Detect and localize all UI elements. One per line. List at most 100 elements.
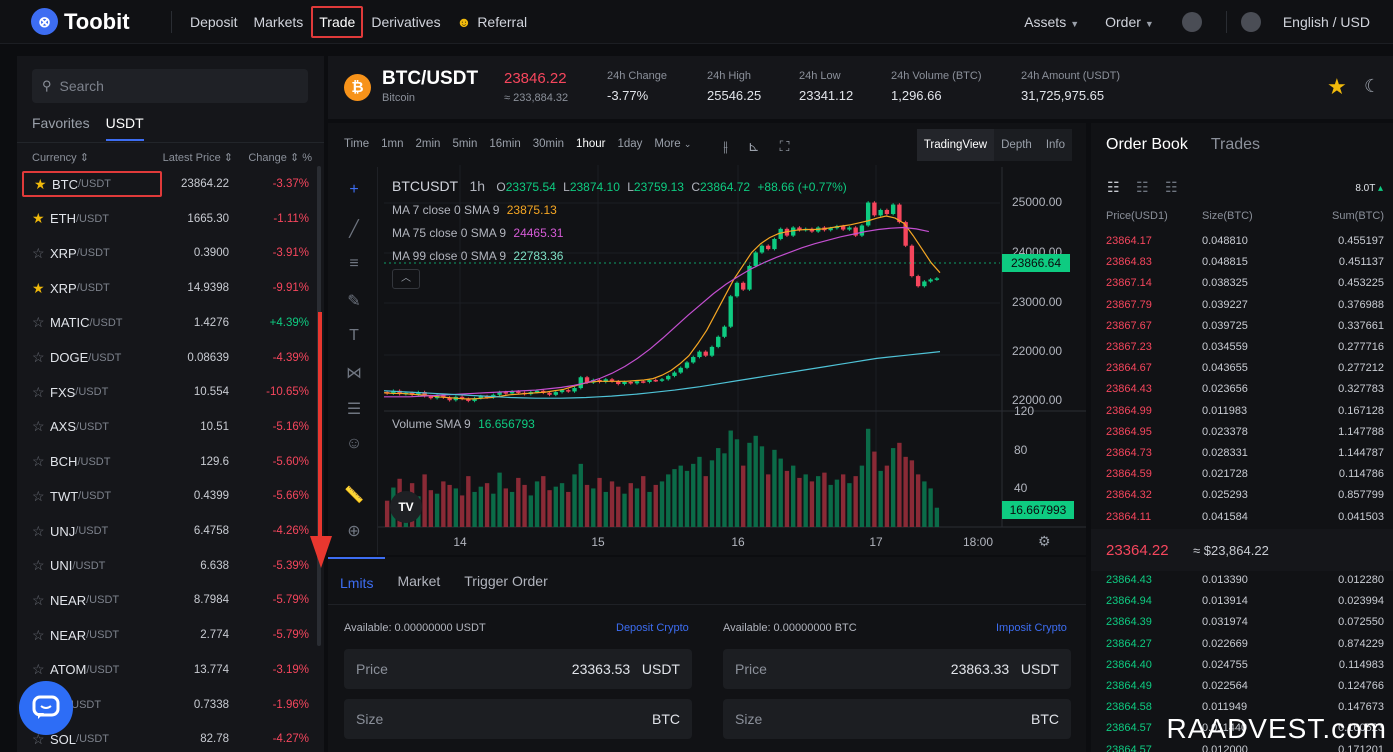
nav-referral[interactable]: ☻ Referral — [449, 6, 536, 38]
change-header[interactable]: Change ⇕ % — [243, 151, 312, 164]
market-row[interactable]: ☆ XRP/USDT 0.3900 -3.91% — [22, 239, 309, 267]
ask-row[interactable]: 23864.99 0.011983 0.167128 — [1106, 401, 1384, 422]
nav-trade[interactable]: Trade — [311, 5, 364, 38]
sell-crypto-link[interactable]: Imposit Crypto — [996, 622, 1067, 634]
chart-settings-icon[interactable]: ⚙ — [1038, 533, 1051, 550]
currency-header[interactable]: Currency ⇕ — [32, 151, 153, 164]
market-row[interactable]: ☆ NEAR/USDT 8.7984 -5.79% — [22, 586, 309, 614]
candle-body — [716, 336, 721, 347]
deposit-crypto-link[interactable]: Deposit Crypto — [616, 622, 689, 634]
tab-favorites[interactable]: Favorites — [32, 115, 90, 141]
ask-row[interactable]: 23867.14 0.038325 0.453225 — [1106, 273, 1384, 294]
star-outline-icon[interactable]: ☆ — [32, 592, 46, 609]
star-outline-icon[interactable]: ☆ — [32, 314, 46, 331]
star-outline-icon[interactable]: ☆ — [32, 523, 46, 540]
star-filled-icon[interactable]: ★ — [34, 176, 48, 193]
bid-row[interactable]: 23864.43 0.013390 0.012280 — [1106, 570, 1384, 591]
market-row[interactable]: ☆ BCH/USDT 129.6 -5.60% — [22, 448, 309, 476]
star-outline-icon[interactable]: ☆ — [32, 384, 46, 401]
market-row[interactable]: ☆ MATIC/USDT 1.4276 +4.39% — [22, 309, 309, 337]
user-avatar-icon[interactable] — [1181, 12, 1202, 32]
book-bids-icon[interactable]: ☷ — [1136, 179, 1149, 196]
ask-row[interactable]: 23864.95 0.023378 1.147788 — [1106, 422, 1384, 443]
star-outline-icon[interactable]: ☆ — [32, 627, 46, 644]
bid-row[interactable]: 23864.49 0.022564 0.124766 — [1106, 676, 1384, 697]
nav-markets[interactable]: Markets — [245, 6, 311, 38]
market-row[interactable]: ☆ DOGE/USDT 0.08639 -4.39% — [22, 344, 309, 372]
tab-usdt[interactable]: USDT — [105, 115, 144, 141]
nav-derivatives[interactable]: Derivatives — [363, 6, 448, 38]
tradingview-logo[interactable]: TV — [390, 491, 422, 523]
nav-order[interactable]: Order ▼ — [1097, 6, 1162, 38]
bid-row[interactable]: 23864.40 0.024755 0.114983 — [1106, 655, 1384, 676]
ask-row[interactable]: 23864.67 0.043655 0.277212 — [1106, 358, 1384, 379]
nav-deposit[interactable]: Deposit — [182, 6, 245, 38]
favorite-star-icon[interactable]: ★ — [1327, 74, 1347, 100]
chat-support-button[interactable] — [19, 681, 73, 735]
star-outline-icon[interactable]: ☆ — [32, 453, 46, 470]
mid-price-usd: ≈ $23,864.22 — [1193, 543, 1269, 558]
volume-bar — [522, 484, 527, 527]
pair-base: BTC — [52, 176, 78, 192]
tab-market[interactable]: Market — [385, 557, 452, 604]
search-input[interactable]: ⚲ Search — [32, 69, 308, 103]
star-filled-icon[interactable]: ★ — [32, 280, 46, 297]
market-row[interactable]: ★ BTC/USDT 23864.22 -3.37% — [22, 170, 309, 198]
bid-size: 0.031974 — [1202, 616, 1248, 629]
ask-row[interactable]: 23864.83 0.048815 0.451137 — [1106, 252, 1384, 273]
market-row[interactable]: ☆ NEAR/USDT 2.774 -5.79% — [22, 621, 309, 649]
ask-row[interactable]: 23864.11 0.041584 0.041503 — [1106, 507, 1384, 528]
market-row[interactable]: ★ XRP/USDT 14.9398 -9.91% — [22, 274, 309, 302]
ask-row[interactable]: 23864.17 0.048810 0.455197 — [1106, 231, 1384, 252]
market-row[interactable]: ☆ FXS/USDT 10.554 -10.65% — [22, 378, 309, 406]
ask-row[interactable]: 23864.73 0.028331 1.144787 — [1106, 443, 1384, 464]
book-asks-icon[interactable]: ☷ — [1165, 179, 1178, 196]
tab-trades[interactable]: Trades — [1211, 136, 1260, 154]
pair-title[interactable]: BTC/USDT — [382, 68, 478, 90]
sort-icon: ⇕ — [223, 152, 233, 164]
theme-toggle-icon[interactable]: ☾ — [1364, 76, 1380, 97]
tab-order-book[interactable]: Order Book — [1106, 136, 1188, 154]
bid-row[interactable]: 23864.94 0.013914 0.023994 — [1106, 591, 1384, 612]
market-row[interactable]: ☆ AXS/USDT 10.51 -5.16% — [22, 413, 309, 441]
market-row[interactable]: ★ ETH/USDT 1665.30 -1.11% — [22, 205, 309, 233]
volume-bar — [453, 488, 459, 527]
star-filled-icon[interactable]: ★ — [32, 210, 46, 227]
sell-price-field[interactable]: Price 23863.33 USDT — [723, 649, 1071, 689]
volume-value: 16.656793 — [478, 417, 535, 431]
pair-base: NEAR — [50, 627, 87, 643]
ask-row[interactable]: 23864.59 0.021728 0.114786 — [1106, 464, 1384, 485]
market-row[interactable]: ☆ ATOM/USDT 13.774 -3.19% — [22, 656, 309, 684]
brand-logo[interactable]: ⊗ Toobit — [31, 8, 161, 35]
settings-icon[interactable] — [1240, 12, 1261, 32]
ask-row[interactable]: 23867.79 0.039227 0.376988 — [1106, 295, 1384, 316]
bid-row[interactable]: 23864.39 0.031974 0.072550 — [1106, 612, 1384, 633]
buy-price-field[interactable]: Price 23363.53 USDT — [344, 649, 692, 689]
bid-row[interactable]: 23864.27 0.022669 0.874229 — [1106, 634, 1384, 655]
collapse-legend-button[interactable]: ︿ — [392, 269, 420, 289]
ask-row[interactable]: 23864.32 0.025293 0.857799 — [1106, 485, 1384, 506]
buy-size-field[interactable]: Size BTC — [344, 699, 692, 739]
latest-price-header[interactable]: Latest Price ⇕ — [153, 151, 242, 164]
volume-bar — [884, 465, 890, 527]
ask-row[interactable]: 23864.43 0.023656 0.327783 — [1106, 379, 1384, 400]
star-outline-icon[interactable]: ☆ — [32, 488, 46, 505]
nav-order-label: Order — [1105, 14, 1141, 30]
star-outline-icon[interactable]: ☆ — [32, 245, 46, 262]
tab-trigger-order[interactable]: Trigger Order — [452, 557, 560, 604]
star-outline-icon[interactable]: ☆ — [32, 557, 46, 574]
star-outline-icon[interactable]: ☆ — [32, 661, 46, 678]
nav-assets[interactable]: Assets ▼ — [1016, 6, 1087, 38]
ask-row[interactable]: 23867.23 0.034559 0.277716 — [1106, 337, 1384, 358]
star-outline-icon[interactable]: ☆ — [32, 349, 46, 366]
market-row[interactable]: ☆ UNJ/USDT 6.4758 -4.26% — [22, 517, 309, 545]
language-selector[interactable]: English / USD — [1275, 6, 1378, 38]
precision-select[interactable]: 8.0T ▴ — [1355, 183, 1383, 194]
ask-row[interactable]: 23867.67 0.039725 0.337661 — [1106, 316, 1384, 337]
market-row[interactable]: ☆ SOL/USDT 82.78 -4.27% — [22, 725, 309, 752]
market-row[interactable]: ☆ UNI/USDT 6.638 -5.39% — [22, 552, 309, 580]
book-both-icon[interactable]: ☷ — [1107, 179, 1120, 196]
star-outline-icon[interactable]: ☆ — [32, 418, 46, 435]
sell-size-field[interactable]: Size BTC — [723, 699, 1071, 739]
market-row[interactable]: ☆ TWT/USDT 0.4399 -5.66% — [22, 482, 309, 510]
